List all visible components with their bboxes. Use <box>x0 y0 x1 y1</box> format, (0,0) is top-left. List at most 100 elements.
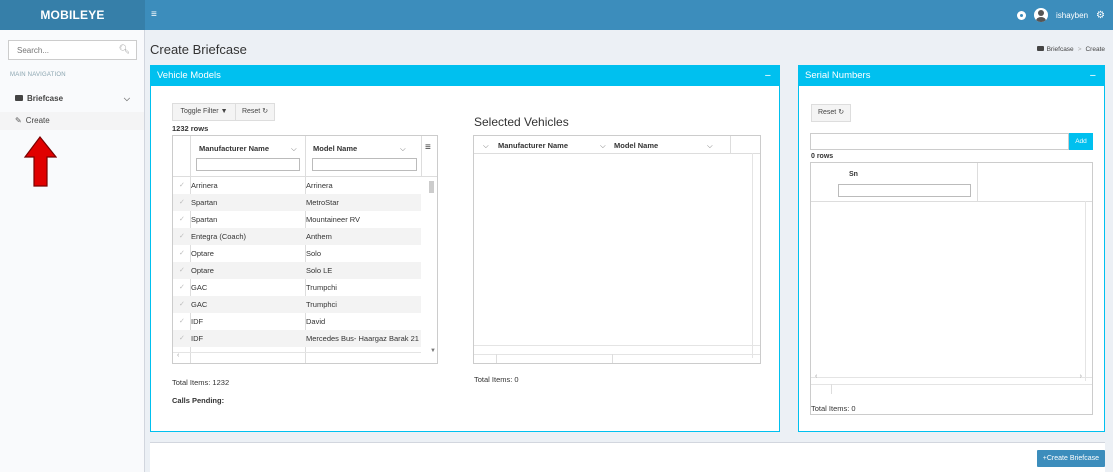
collapse-icon[interactable]: − <box>765 66 771 86</box>
nav-header: MAIN NAVIGATION <box>10 72 66 78</box>
briefcase-icon <box>15 95 23 101</box>
sort-chevron-icon[interactable]: ⌵ <box>291 144 297 154</box>
model-filter-input[interactable] <box>312 158 417 171</box>
sidebar-toggle-icon[interactable]: ≡ <box>151 0 157 30</box>
navbar-right: ishayben ⚙ <box>1017 0 1105 30</box>
create-briefcase-button[interactable]: +Create Briefcase <box>1036 450 1105 467</box>
reset-button[interactable]: Reset ↻ <box>235 103 275 121</box>
table-row[interactable]: ✓ IDF David <box>173 313 421 330</box>
scroll-down-icon[interactable]: ▼ <box>430 348 436 354</box>
table-row[interactable]: ✓ IDF Mercedes Bus- Haargaz Barak 21 <box>173 330 421 347</box>
model-cell: Mercedes Bus- Haargaz Barak 21 <box>306 334 419 343</box>
serial-numbers-box: Serial Numbers − Reset ↻ Add 0 rows Sn ‹… <box>798 65 1105 432</box>
sidebar: 🔍︎ MAIN NAVIGATION Briefcase ⌵ ✎Create <box>0 30 145 472</box>
sidebar-item-label: Create <box>25 116 50 125</box>
logo-rest-text: EYE <box>80 8 105 22</box>
username-label[interactable]: ishayben <box>1056 11 1088 20</box>
sidebar-item-briefcase[interactable]: Briefcase ⌵ <box>0 90 144 108</box>
row-check-icon[interactable]: ✓ <box>179 228 185 245</box>
table-row[interactable]: ✓ GAC Trumpchi <box>173 279 421 296</box>
sort-chevron-icon[interactable]: ⌵ <box>400 144 406 154</box>
refresh-icon: ↻ <box>262 108 269 115</box>
model-cell: MetroStar <box>306 198 339 207</box>
table-row[interactable]: ✓ Optare Solo LE <box>173 262 421 279</box>
manufacturer-cell: Spartan <box>191 215 218 224</box>
column-header-manufacturer[interactable]: Manufacturer Name <box>498 141 568 150</box>
column-header-manufacturer[interactable]: Manufacturer Name <box>199 144 269 153</box>
row-check-icon[interactable]: ✓ <box>179 313 185 330</box>
add-button[interactable]: Add <box>1069 133 1093 150</box>
serial-total-items: Total Items: 0 <box>811 404 856 413</box>
button-label: Reset <box>241 108 261 115</box>
column-header-model[interactable]: Model Name <box>313 144 357 153</box>
search-input[interactable] <box>9 41 114 59</box>
row-check-icon[interactable]: ✓ <box>179 211 185 228</box>
manufacturer-cell: IDF <box>191 334 204 343</box>
row-check-icon[interactable]: ✓ <box>179 279 185 296</box>
serial-numbers-grid: Sn ‹ › <box>810 162 1093 415</box>
settings-gears-icon[interactable]: ⚙ <box>1096 10 1105 21</box>
manufacturer-cell: IDF <box>191 317 204 326</box>
box-header: Vehicle Models − <box>151 66 779 86</box>
table-row[interactable]: ✓ Spartan MetroStar <box>173 194 421 211</box>
row-check-icon[interactable]: ✓ <box>179 194 185 211</box>
vertical-scrollbar[interactable] <box>429 181 434 193</box>
manufacturer-filter-input[interactable] <box>196 158 300 171</box>
vehicle-total-items: Total Items: 1232 <box>172 378 230 387</box>
table-row[interactable]: ✓ Arrinera Arrinera <box>173 177 421 194</box>
table-row[interactable]: ✓ GAC Trumphci <box>173 296 421 313</box>
breadcrumb: Briefcase > Create <box>1036 46 1105 53</box>
row-check-icon[interactable]: ✓ <box>179 245 185 262</box>
table-row[interactable]: ✓ Optare Solo <box>173 245 421 262</box>
model-cell: Trumpchi <box>306 283 337 292</box>
selected-vehicles-grid: ⌵ Manufacturer Name ⌵ Model Name ⌵ <box>473 135 761 364</box>
serial-number-input[interactable] <box>810 133 1069 150</box>
status-indicator-icon[interactable] <box>1017 10 1026 20</box>
box-title: Vehicle Models <box>157 70 221 81</box>
red-arrow-annotation <box>23 136 57 187</box>
model-cell: David <box>306 317 326 326</box>
search-icon[interactable]: 🔍︎ <box>119 44 130 55</box>
model-cell: Trumphci <box>306 300 337 309</box>
sn-filter-input[interactable] <box>838 184 971 197</box>
model-cell: Solo <box>306 249 322 258</box>
row-check-icon[interactable]: ✓ <box>179 177 185 194</box>
button-label: Reset <box>817 109 837 116</box>
app-logo[interactable]: MOBILEYE <box>0 0 145 30</box>
row-check-icon[interactable]: ✓ <box>179 330 185 347</box>
table-row[interactable]: ✓ Spartan Mountaineer RV <box>173 211 421 228</box>
toggle-filter-button[interactable]: Toggle Filter ▼ <box>172 103 236 121</box>
user-avatar[interactable] <box>1034 8 1048 22</box>
sort-chevron-icon[interactable]: ⌵ <box>600 141 606 151</box>
grid-body: ✓ Arrinera Arrinera ✓ Spartan MetroStar ✓ Spart… <box>173 177 421 349</box>
row-check-icon[interactable]: ✓ <box>179 262 185 279</box>
breadcrumb-item-briefcase[interactable]: Briefcase <box>1047 46 1074 53</box>
box-header: Serial Numbers − <box>799 66 1104 86</box>
manufacturer-cell: Spartan <box>191 198 218 207</box>
row-check-icon[interactable]: ✓ <box>179 296 185 313</box>
scroll-left-icon[interactable]: ‹ <box>815 373 817 380</box>
column-header-sn[interactable]: Sn <box>849 171 858 178</box>
logo-bold-text: MOBIL <box>40 8 81 22</box>
row-count: 1232 rows <box>172 124 209 133</box>
column-header-model[interactable]: Model Name <box>614 141 658 150</box>
manufacturer-cell: GAC <box>191 300 208 309</box>
sidebar-item-create[interactable]: ✎ Create <box>0 112 144 130</box>
edit-icon: ✎ <box>15 116 22 125</box>
manufacturer-cell: Entegra (Coach) <box>191 232 247 241</box>
reset-button[interactable]: Reset ↻ <box>811 104 851 122</box>
box-title: Serial Numbers <box>805 70 871 81</box>
scroll-right-icon[interactable]: › <box>1080 373 1082 380</box>
collapse-icon[interactable]: − <box>1090 66 1096 86</box>
table-row[interactable]: ✓ Entegra (Coach) Anthem <box>173 228 421 245</box>
scroll-left-icon[interactable]: ‹ <box>177 352 179 359</box>
sort-chevron-icon[interactable]: ⌵ <box>707 141 713 151</box>
sort-chevron-icon[interactable]: ⌵ <box>483 141 489 151</box>
breadcrumb-item-create: Create <box>1085 46 1105 53</box>
briefcase-icon <box>1036 46 1044 51</box>
manufacturer-cell: Optare <box>191 249 214 258</box>
button-label: Create Briefcase <box>1046 455 1099 462</box>
vehicle-models-box: Vehicle Models − Toggle Filter ▼ Reset ↻… <box>150 65 780 432</box>
grid-menu-icon[interactable]: ≡ <box>425 142 431 153</box>
footer-bar <box>150 442 1105 472</box>
